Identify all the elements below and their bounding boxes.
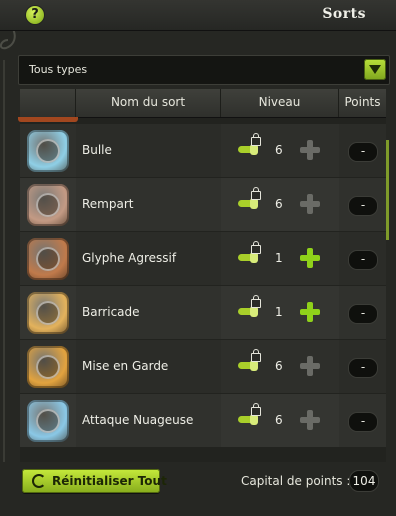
chevron-down-icon: [369, 65, 381, 74]
spell-name: Bulle: [82, 143, 112, 157]
spell-row[interactable]: Attaque Nuageuse 6 -: [20, 394, 386, 448]
rampart-shield-icon[interactable]: [27, 184, 69, 226]
reset-all-button[interactable]: Réinitialiser Tout: [22, 469, 167, 493]
spell-name: Rempart: [82, 197, 134, 211]
title-bar: ? Sorts: [0, 0, 396, 31]
spell-row[interactable]: Bulle 6 -: [20, 124, 386, 178]
spell-points-badge: -: [348, 358, 378, 378]
spell-name: Glyphe Agressif: [82, 251, 177, 265]
spell-table-header: Nom du sort Niveau Points: [20, 89, 386, 118]
spell-level: 1: [275, 251, 283, 265]
plus-icon: [300, 140, 320, 160]
spell-level: 6: [275, 359, 283, 373]
bubble-figure-icon[interactable]: [27, 130, 69, 172]
level-toggle-icon[interactable]: [238, 252, 258, 263]
cloud-attack-icon[interactable]: [27, 400, 69, 442]
spell-name: Mise en Garde: [82, 359, 169, 373]
aggressive-glyph-icon[interactable]: [27, 238, 69, 280]
spell-list[interactable]: Bulle 6- Rempart 6- Glyphe Agressif 1- Barrica…: [20, 118, 386, 462]
spell-level: 6: [275, 143, 283, 157]
spell-points-badge: -: [348, 304, 378, 324]
plus-icon[interactable]: [300, 248, 320, 268]
scrollbar[interactable]: [386, 140, 389, 240]
spell-row[interactable]: Barricade 1 -: [20, 286, 386, 340]
reset-icon: [32, 474, 46, 488]
lock-icon: [251, 187, 261, 200]
spell-row[interactable]: Mise en Garde 6 -: [20, 340, 386, 394]
plus-icon[interactable]: [300, 302, 320, 322]
lock-icon: [251, 403, 261, 416]
help-icon[interactable]: ?: [26, 6, 44, 24]
plus-icon: [300, 194, 320, 214]
name-column-header[interactable]: Nom du sort: [76, 89, 221, 117]
level-toggle-icon[interactable]: [238, 144, 258, 155]
level-toggle-icon[interactable]: [238, 414, 258, 425]
capital-value: 104: [349, 470, 379, 492]
lock-icon: [251, 133, 261, 146]
lock-icon: [251, 349, 261, 362]
dropdown-arrow-button[interactable]: [364, 59, 386, 80]
capital-label: Capital de points :: [241, 474, 351, 488]
spell-points-badge: -: [348, 196, 378, 216]
level-toggle-icon[interactable]: [238, 306, 258, 317]
spell-name: Attaque Nuageuse: [82, 413, 194, 427]
spell-level: 1: [275, 305, 283, 319]
spell-points-badge: -: [348, 250, 378, 270]
plus-icon: [300, 410, 320, 430]
partial-row-edge: [18, 117, 78, 122]
plus-icon: [300, 356, 320, 376]
spell-row[interactable]: Rempart 6 -: [20, 178, 386, 232]
spell-level: 6: [275, 413, 283, 427]
spell-row[interactable]: Glyphe Agressif 1 -: [20, 232, 386, 286]
level-column-header[interactable]: Niveau: [221, 89, 339, 117]
points-column-header[interactable]: Points: [339, 89, 386, 117]
guard-figure-icon[interactable]: [27, 346, 69, 388]
spell-points-badge: -: [348, 142, 378, 162]
window-title: Sorts: [322, 6, 366, 22]
barricade-icon[interactable]: [27, 292, 69, 334]
lock-icon: [251, 295, 261, 308]
level-toggle-icon[interactable]: [238, 360, 258, 371]
type-filter-value: Tous types: [29, 63, 88, 76]
reset-all-label: Réinitialiser Tout: [52, 474, 167, 488]
lock-icon: [251, 241, 261, 254]
spell-level: 6: [275, 197, 283, 211]
level-toggle-icon[interactable]: [238, 198, 258, 209]
icon-column-header: [20, 89, 76, 117]
spell-name: Barricade: [82, 305, 140, 319]
spell-points-badge: -: [348, 412, 378, 432]
type-filter-dropdown[interactable]: Tous types: [18, 55, 390, 85]
